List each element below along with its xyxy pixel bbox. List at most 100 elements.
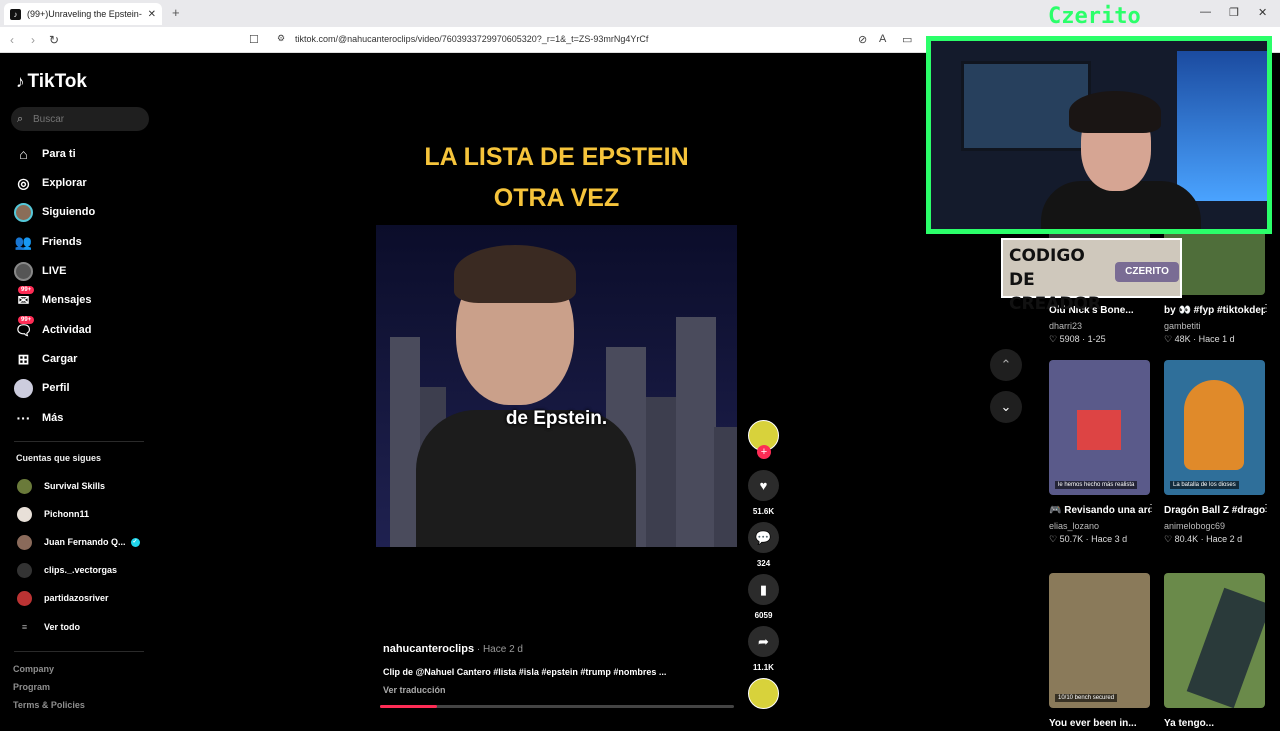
related-title: Ya tengo... — [1164, 718, 1215, 729]
creator-code-title: CODIGO DE CREADOR — [1009, 246, 1101, 314]
previous-video-button[interactable]: ⌃ — [990, 349, 1022, 381]
related-author[interactable]: animelobogc69 — [1164, 521, 1265, 531]
live-icon — [14, 261, 33, 281]
avatar — [17, 590, 32, 606]
related-video-card[interactable]: La batalla de los dioses Dragón Ball Z #… — [1164, 360, 1271, 545]
bookmark-icon[interactable]: ☐ — [249, 33, 259, 46]
nav-item-explorar[interactable]: ◎ Explorar — [14, 172, 86, 194]
related-author[interactable]: gambetiti — [1164, 321, 1265, 331]
footer-link-program[interactable]: Program — [13, 682, 50, 692]
nav-item-para-ti[interactable]: ⌂ Para ti — [14, 143, 75, 165]
new-tab-button[interactable]: + — [172, 5, 180, 20]
home-icon: ⌂ — [19, 146, 28, 162]
maximize-button[interactable]: ❐ — [1229, 6, 1239, 19]
creator-avatar-button[interactable]: + — [748, 420, 779, 459]
more-icon: ··· — [16, 410, 31, 426]
following-item[interactable]: Juan Fernando Q... ✓ — [17, 534, 140, 550]
footer-link-terms[interactable]: Terms & Policies — [13, 700, 85, 710]
divider — [14, 651, 144, 652]
tiktok-logo[interactable]: ♪ TikTok — [16, 71, 87, 93]
save-button[interactable]: ▮ 6059 — [748, 574, 779, 620]
video-time: · Hace 2 d — [474, 644, 523, 655]
tiktok-favicon-icon: ♪ — [10, 8, 21, 20]
related-video-card[interactable]: le hemos hecho más realista 🎮 Revisando … — [1049, 360, 1156, 545]
share-count: 11.1K — [753, 663, 774, 672]
verified-icon: ✓ — [130, 537, 140, 547]
comment-button[interactable]: 💬 324 — [748, 522, 779, 568]
reader-icon[interactable]: ⊘ — [858, 33, 867, 46]
more-options-icon[interactable]: ⋮ — [1146, 503, 1156, 514]
close-window-button[interactable]: ✕ — [1258, 6, 1267, 19]
translate-icon[interactable]: A — [879, 33, 886, 45]
nav-item-actividad[interactable]: 🗨 99+ Actividad — [14, 315, 92, 341]
browser-tab[interactable]: ♪ (99+)Unraveling the Epstein- ✕ — [4, 3, 162, 25]
cast-icon[interactable]: ▭ — [902, 33, 912, 46]
comment-count: 324 — [756, 559, 771, 568]
next-video-button[interactable]: ⌄ — [990, 391, 1022, 423]
nav-item-siguiendo[interactable]: Siguiendo — [14, 201, 95, 223]
nav-item-cargar[interactable]: ⊞ Cargar — [14, 348, 78, 370]
minimize-button[interactable]: — — [1200, 6, 1211, 18]
sidebar: ♪ TikTok ⌕ ⌂ Para ti ◎ Explorar Siguiend… — [0, 53, 165, 720]
follow-plus-icon[interactable]: + — [757, 445, 771, 459]
nav-item-friends[interactable]: 👥 Friends — [14, 231, 82, 253]
related-stats: ♡ 5908 · 1-25 — [1049, 334, 1106, 344]
avatar — [17, 562, 32, 578]
following-item[interactable]: clips._.vectorgas — [17, 562, 117, 578]
avatar — [748, 678, 779, 709]
video-progress-bar[interactable] — [380, 705, 734, 708]
related-video-card[interactable]: 10/10 bench secured You ever been in... — [1049, 573, 1150, 731]
reload-icon[interactable]: ↻ — [49, 33, 59, 47]
messages-badge: 99+ — [18, 285, 35, 294]
upload-icon: ⊞ — [17, 350, 30, 367]
search-input[interactable] — [33, 113, 133, 125]
video-author[interactable]: nahucanteroclips · Hace 2 d — [383, 643, 523, 655]
like-button[interactable]: ♥ 51.6K — [748, 470, 779, 516]
following-item[interactable]: partidazosriver — [17, 590, 109, 606]
see-all-link[interactable]: ≡ Ver todo — [17, 619, 80, 635]
more-options-icon[interactable]: ⋮ — [1261, 503, 1271, 514]
divider — [14, 441, 144, 442]
footer-link-company[interactable]: Company — [13, 664, 54, 674]
video-person — [416, 245, 636, 547]
list-icon: ≡ — [21, 621, 28, 632]
related-author[interactable]: elias_lozano — [1049, 521, 1150, 531]
site-info-icon[interactable]: ⚙ — [277, 33, 285, 44]
progress-fill — [380, 705, 437, 708]
video-player[interactable]: de Epstein. — [376, 225, 737, 547]
back-icon[interactable]: ‹ — [10, 33, 14, 47]
related-title: Dragón Ball Z #dragonball... — [1164, 505, 1265, 516]
nav-item-mas[interactable]: ··· Más — [14, 407, 64, 429]
activity-badge: 99+ — [18, 315, 35, 324]
related-stats: ♡ 50.7K · Hace 3 d — [1049, 534, 1128, 544]
sound-avatar-button[interactable] — [748, 678, 779, 709]
video-thumbnail: le hemos hecho más realista — [1049, 360, 1150, 495]
tab-close-icon[interactable]: ✕ — [148, 9, 156, 20]
nav-item-mensajes[interactable]: ✉ 99+ Mensajes — [14, 285, 92, 311]
related-video-card[interactable]: Ya tengo... — [1164, 573, 1265, 731]
url-field[interactable]: tiktok.com/@nahucanteroclips/video/76039… — [295, 34, 648, 44]
save-count: 6059 — [754, 611, 773, 620]
related-stats: ♡ 80.4K · Hace 2 d — [1164, 534, 1243, 544]
thumbnail-text: 10/10 bench secured — [1055, 694, 1118, 702]
thumbnail-text: le hemos hecho más realista — [1055, 481, 1138, 489]
like-count: 51.6K — [752, 507, 775, 516]
see-translation-link[interactable]: Ver traducción — [383, 685, 446, 695]
following-item[interactable]: Pichonn11 — [17, 506, 89, 522]
tiktok-note-icon: ♪ — [16, 72, 25, 91]
nav-item-live[interactable]: LIVE — [14, 260, 66, 282]
share-button[interactable]: ➦ 11.1K — [748, 626, 779, 672]
compass-icon: ◎ — [17, 174, 30, 191]
nav-item-perfil[interactable]: Perfil — [14, 377, 70, 399]
related-stats: ♡ 48K · Hace 1 d — [1164, 334, 1235, 344]
friends-icon: 👥 — [14, 233, 33, 250]
avatar — [17, 478, 32, 494]
related-author[interactable]: dharri23 — [1049, 321, 1150, 331]
video-thumbnail: La batalla de los dioses — [1164, 360, 1265, 495]
search-box[interactable]: ⌕ — [11, 107, 149, 131]
more-options-icon[interactable]: ⋮ — [1261, 303, 1271, 314]
heart-icon: ♥ — [748, 470, 779, 501]
share-icon: ➦ — [748, 626, 779, 657]
following-item[interactable]: Survival Skills — [17, 478, 105, 494]
forward-icon[interactable]: › — [31, 33, 35, 47]
